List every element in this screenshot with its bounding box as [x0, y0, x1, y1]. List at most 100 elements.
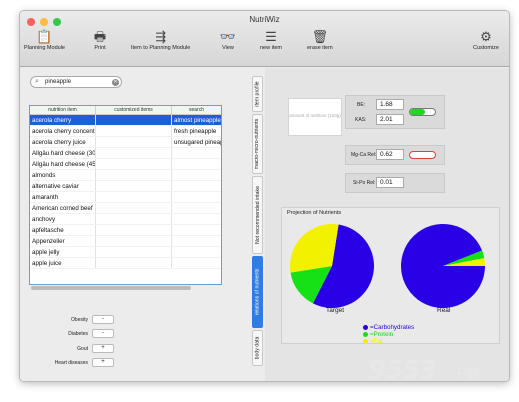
legend-label: =Protein: [370, 331, 394, 338]
legend-fat: =Fat: [363, 338, 414, 345]
table-body: acerola cherry almost pineapple acerola ch…: [30, 115, 221, 269]
tab-relations-of-nutrients[interactable]: relations of nutrients: [252, 256, 263, 328]
tab-macro-micro-nutrients[interactable]: macro-micro-nutrients: [252, 114, 263, 174]
table-row[interactable]: Allgäu hard cheese (45%): [30, 159, 221, 170]
cell-customized-item: [96, 214, 172, 224]
flag-obesity: Obesity -: [48, 315, 114, 324]
horizontal-scrollbar[interactable]: [29, 286, 222, 290]
legend-swatch: [363, 325, 368, 330]
print-button[interactable]: 🖶 Print: [92, 27, 108, 52]
cell-search: [172, 214, 221, 224]
customize-button[interactable]: ⚙ Customize: [473, 27, 499, 52]
search-icon: ⌕: [35, 78, 39, 85]
flag-value[interactable]: -: [92, 315, 114, 324]
table-row[interactable]: apple jelly: [30, 247, 221, 258]
sipo-label: Si-Po Rel:: [353, 180, 376, 186]
gears-icon: ⚙: [480, 28, 492, 44]
printer-icon: 🖶: [93, 28, 107, 44]
cell-customized-item: [96, 181, 172, 191]
column-header-nutrition-item[interactable]: nutrition item: [30, 106, 96, 114]
kas-label: KAS:: [355, 117, 367, 123]
legend-carbohydrates: =Carbohydrates: [363, 324, 414, 331]
table-row[interactable]: alternative caviar: [30, 181, 221, 192]
cell-search: [172, 258, 221, 268]
new-item-icon: ☰: [265, 28, 277, 44]
cell-search: [172, 192, 221, 202]
watermark-suffix: 下载: [452, 367, 480, 383]
cell-customized-item: [96, 225, 172, 235]
column-header-search[interactable]: search: [172, 106, 221, 114]
planning-module-button[interactable]: 📋 Planning Module: [24, 27, 65, 52]
table-row[interactable]: acerola cherry almost pineapple: [30, 115, 221, 126]
new-item-button[interactable]: ☰ new item: [260, 27, 283, 52]
cell-customized-item: [96, 247, 172, 257]
cell-customized-item: [96, 203, 172, 213]
cell-search: almost pineapple: [172, 115, 221, 125]
flag-heart-diseases: Heart diseases +: [48, 358, 114, 367]
cell-nutrition-item: acerola cherry concentrate: [32, 126, 96, 136]
item-to-planning-button[interactable]: ⇶ Item to Planning Module: [131, 27, 191, 52]
search-field[interactable]: ⌕ pineapple ✕: [30, 76, 122, 88]
new-item-label: new item: [260, 45, 283, 51]
cell-nutrition-item: alternative caviar: [30, 181, 96, 191]
cell-nutrition-item: Allgäu hard cheese (45%): [32, 159, 96, 169]
column-header-customized-items[interactable]: customized items: [96, 106, 172, 114]
real-label: Real: [437, 307, 451, 314]
search-input[interactable]: pineapple: [45, 79, 71, 85]
cell-nutrition-item: apple jelly: [30, 247, 96, 257]
amount-placeholder: amount of nutrition (100g): [288, 98, 342, 136]
cell-search: [172, 236, 221, 246]
chart-legend: =Carbohydrates =Protein =Fat: [363, 324, 414, 345]
print-label: Print: [94, 45, 106, 51]
erase-item-button[interactable]: 🗑 erase item: [307, 27, 333, 52]
cell-nutrition-item: Allgäu hard cheese (30%): [32, 148, 96, 158]
table-row[interactable]: almonds: [30, 170, 221, 181]
cell-customized-item: [96, 192, 172, 202]
tab-body-data[interactable]: body data: [252, 330, 263, 366]
table-row[interactable]: apple juice: [30, 258, 221, 269]
cell-nutrition-item: apfeltasche: [30, 225, 96, 235]
tab-item-profile[interactable]: item profile: [252, 76, 263, 112]
table-row[interactable]: Appenzeller: [30, 236, 221, 247]
table-row[interactable]: American corned beef: [30, 203, 221, 214]
cell-customized-item: [96, 159, 172, 169]
mgca-indicator: [409, 151, 436, 159]
legend-swatch: [363, 339, 368, 344]
clear-search-icon[interactable]: ✕: [112, 78, 119, 86]
table-row[interactable]: amaranth: [30, 192, 221, 203]
kas-indicator: [409, 108, 436, 116]
cell-customized-item: [96, 137, 172, 147]
sipo-value: 0.01: [376, 177, 404, 188]
pie-slice-fat: [290, 224, 339, 273]
vertical-tabs: item profile macro-micro-nutrients Not r…: [252, 76, 263, 366]
app-window: NutriWiz 📋 Planning Module 🖶 Print ⇶ Ite…: [19, 10, 510, 382]
projection-chart: Projection of Nutrients Target Real =Car…: [281, 207, 500, 345]
cell-nutrition-item: American corned beef: [30, 203, 96, 213]
flag-value[interactable]: -: [92, 329, 114, 338]
flag-value[interactable]: +: [92, 358, 114, 367]
table-row[interactable]: acerola cherry juice unsugared pineapple: [30, 137, 221, 148]
scrollbar-thumb[interactable]: [31, 286, 191, 290]
flag-label: Diabetes: [68, 330, 88, 337]
legend-label: =Fat: [370, 338, 383, 345]
item-to-planning-label: Item to Planning Module: [131, 45, 191, 51]
customize-label: Customize: [473, 45, 499, 51]
table-row[interactable]: Allgäu hard cheese (30%): [30, 148, 221, 159]
view-button[interactable]: 👓 View: [219, 27, 237, 52]
table-row[interactable]: anchovy: [30, 214, 221, 225]
table-header: nutrition item customized items search: [30, 106, 221, 115]
planning-module-label: Planning Module: [24, 45, 65, 51]
cell-customized-item: [96, 126, 172, 136]
cell-nutrition-item: acerola cherry juice: [30, 137, 96, 147]
table-row[interactable]: apfeltasche: [30, 225, 221, 236]
tab-not-recommended-intake[interactable]: Not recommended intake: [252, 176, 263, 254]
glasses-icon: 👓: [219, 28, 237, 44]
cell-search: unsugared pineapple: [174, 139, 221, 146]
cell-nutrition-item: Appenzeller: [30, 236, 96, 246]
table-row[interactable]: acerola cherry concentrate fresh pineappl…: [30, 126, 221, 137]
cell-nutrition-item: acerola cherry: [30, 115, 96, 125]
tab-label: body data: [254, 336, 261, 360]
title-bar: NutriWiz 📋 Planning Module 🖶 Print ⇶ Ite…: [20, 11, 509, 67]
flag-value[interactable]: +: [92, 344, 114, 353]
cell-customized-item: [96, 258, 172, 268]
